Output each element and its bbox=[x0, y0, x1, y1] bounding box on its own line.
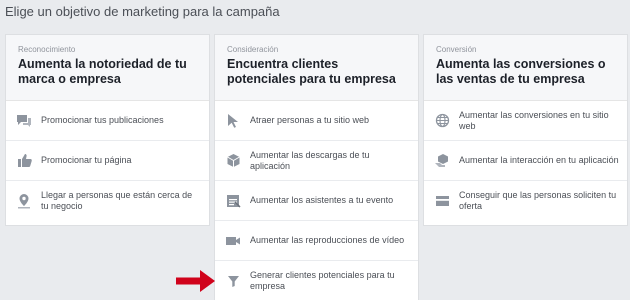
objective-app-engagement[interactable]: Aumentar la interacción en tu aplicación bbox=[424, 141, 627, 181]
speech-bubble-icon bbox=[16, 113, 32, 129]
objective-label: Aumentar las conversiones en tu sitio we… bbox=[459, 109, 609, 131]
objective-label: Aumentar los asistentes a tu evento bbox=[250, 195, 394, 205]
cube-hand-icon bbox=[434, 153, 450, 169]
objective-label: Promocionar tus publicaciones bbox=[41, 115, 164, 125]
objective-app-installs[interactable]: Aumentar las descargas de tu aplicación bbox=[215, 141, 418, 181]
objective-video-views[interactable]: Aumentar las reproducciones de vídeo bbox=[215, 221, 418, 261]
annotation-arrow-icon bbox=[176, 270, 215, 292]
column-kicker: Conversión bbox=[436, 45, 477, 54]
objective-label: Aumentar la interacción en tu aplicación bbox=[459, 155, 619, 165]
cube-icon bbox=[225, 153, 241, 169]
location-pin-icon bbox=[16, 193, 32, 209]
calendar-icon bbox=[225, 193, 241, 209]
column-header: Reconocimiento Aumenta la notoriedad de … bbox=[6, 35, 209, 101]
objective-label: Conseguir que las personas soliciten tu … bbox=[459, 190, 617, 211]
column-title: Aumenta las conversiones o las ventas de… bbox=[436, 57, 606, 86]
funnel-icon bbox=[225, 273, 241, 289]
objective-lead-generation[interactable]: Generar clientes potenciales para tu emp… bbox=[215, 261, 418, 300]
column-header: Consideración Encuentra clientes potenci… bbox=[215, 35, 418, 101]
column-title: Encuentra clientes potenciales para tu e… bbox=[227, 57, 396, 86]
thumbs-up-icon bbox=[16, 153, 32, 169]
objective-label: Atraer personas a tu sitio web bbox=[250, 115, 370, 125]
objective-label: Generar clientes potenciales para tu emp… bbox=[250, 270, 395, 291]
objective-traffic[interactable]: Atraer personas a tu sitio web bbox=[215, 101, 418, 141]
page-title: Elige un objetivo de marketing para la c… bbox=[5, 4, 280, 19]
video-camera-icon bbox=[225, 233, 241, 249]
column-conversion: Conversión Aumenta las conversiones o la… bbox=[423, 34, 628, 226]
objective-offer-claims[interactable]: Conseguir que las personas soliciten tu … bbox=[424, 181, 627, 221]
globe-icon bbox=[434, 113, 450, 129]
objective-event-responses[interactable]: Aumentar los asistentes a tu evento bbox=[215, 181, 418, 221]
objective-label: Aumentar las descargas de tu aplicación bbox=[250, 149, 370, 171]
objective-label: Aumentar las reproducciones de vídeo bbox=[250, 235, 405, 245]
column-kicker: Reconocimiento bbox=[18, 45, 76, 54]
column-title: Aumenta la notoriedad de tu marca o empr… bbox=[18, 57, 187, 86]
objective-promote-page[interactable]: Promocionar tu página bbox=[6, 141, 209, 181]
column-consideration: Consideración Encuentra clientes potenci… bbox=[214, 34, 419, 300]
column-awareness: Reconocimiento Aumenta la notoriedad de … bbox=[5, 34, 210, 226]
cursor-icon bbox=[225, 113, 241, 129]
objective-local-reach[interactable]: Llegar a personas que están cerca de tu … bbox=[6, 181, 209, 221]
objective-label: Promocionar tu página bbox=[41, 155, 132, 165]
column-kicker: Consideración bbox=[227, 45, 279, 54]
objective-website-conversions[interactable]: Aumentar las conversiones en tu sitio we… bbox=[424, 101, 627, 141]
objective-label: Llegar a personas que están cerca de tu … bbox=[41, 190, 193, 211]
column-header: Conversión Aumenta las conversiones o la… bbox=[424, 35, 627, 101]
offer-card-icon bbox=[434, 193, 450, 209]
objective-boost-posts[interactable]: Promocionar tus publicaciones bbox=[6, 101, 209, 141]
